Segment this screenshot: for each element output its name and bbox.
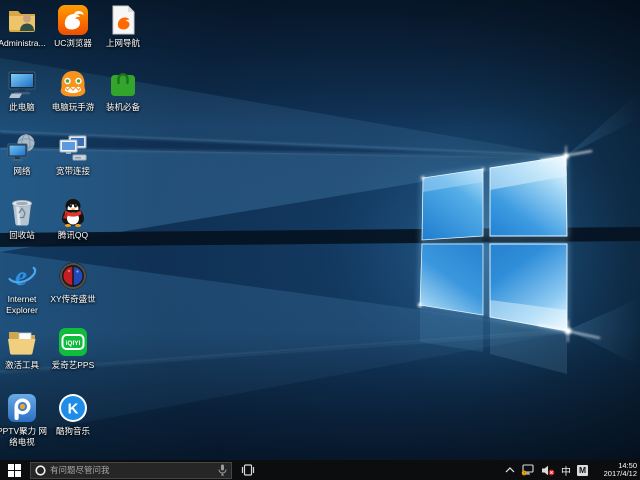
- this-pc-icon: [6, 68, 38, 100]
- windows-10-desktop-screen: Administra... 此电脑: [0, 0, 640, 480]
- recycle-bin-icon: [6, 196, 38, 228]
- xy-legend-game-icon: [57, 260, 89, 292]
- desktop-icon-administrator[interactable]: Administra...: [0, 4, 48, 49]
- desktop-icon-broadband[interactable]: 宽带连接: [47, 132, 99, 177]
- network-status-icon[interactable]: [521, 464, 535, 476]
- icon-label: XY传奇盛世: [47, 294, 99, 305]
- desktop-icon-kugou[interactable]: K 酷狗音乐: [47, 392, 99, 437]
- icon-label: 电脑玩手游: [47, 102, 99, 113]
- uc-browser-icon: [57, 4, 89, 36]
- monster-game-icon: [57, 68, 89, 100]
- icon-label: Internet Explorer: [0, 294, 48, 315]
- tray-chevron-up-icon[interactable]: [505, 467, 515, 473]
- icon-label: 爱奇艺PPS: [47, 360, 99, 371]
- icon-label: 装机必备: [97, 102, 149, 113]
- desktop-icon-qq[interactable]: 腾讯QQ: [47, 196, 99, 241]
- ime-mode-indicator[interactable]: 中: [561, 463, 571, 478]
- desktop-icon-activation-tools[interactable]: e 激活工具: [0, 326, 48, 371]
- desktop-icon-pptv[interactable]: PPTV聚力 网络电视: [0, 392, 48, 447]
- tray-date: 2017/4/12: [604, 470, 637, 479]
- search-input[interactable]: 有问题尽管问我: [30, 462, 232, 479]
- svg-text:K: K: [68, 401, 79, 418]
- icon-label: UC浏览器: [47, 38, 99, 49]
- icon-label: 网络: [0, 166, 48, 177]
- icon-label: 上网导航: [97, 38, 149, 49]
- web-navigation-document-icon: [107, 4, 139, 36]
- desktop-icon-pc-mobile-games[interactable]: 电脑玩手游: [47, 68, 99, 113]
- icon-label: PPTV聚力 网络电视: [0, 426, 48, 447]
- svg-text:iQIYI: iQIYI: [66, 340, 81, 347]
- system-tray: 中 M 14:50 2017/4/12: [505, 462, 640, 479]
- desktop-icon-uc-browser[interactable]: UC浏览器: [47, 4, 99, 49]
- desktop-icon-web-navigation[interactable]: 上网导航: [97, 4, 149, 49]
- qq-penguin-icon: [57, 196, 89, 228]
- icon-label: Administra...: [0, 38, 48, 49]
- desktop-icon-iqiyi[interactable]: iQIYI 爱奇艺PPS: [47, 326, 99, 371]
- icon-label: 宽带连接: [47, 166, 99, 177]
- administrator-folder-icon: [6, 4, 38, 36]
- icon-label: 腾讯QQ: [47, 230, 99, 241]
- desktop-icon-this-pc[interactable]: 此电脑: [0, 68, 48, 113]
- broadband-connection-icon: [57, 132, 89, 164]
- desktop-icon-xy-legend[interactable]: XY传奇盛世: [47, 260, 99, 305]
- desktop-icon-recycle-bin[interactable]: 回收站: [0, 196, 48, 241]
- desktop-icon-essential-software[interactable]: 装机必备: [97, 68, 149, 113]
- svg-text:e: e: [15, 261, 27, 291]
- start-button[interactable]: [0, 460, 28, 480]
- cortana-icon: [35, 465, 46, 476]
- ime-language-icon[interactable]: M: [577, 465, 588, 476]
- icon-label: 激活工具: [0, 360, 48, 371]
- task-view-button[interactable]: [241, 460, 255, 480]
- desktop[interactable]: Administra... 此电脑: [0, 0, 640, 460]
- taskbar: 有问题尽管问我: [0, 460, 640, 480]
- desktop-icon-network[interactable]: 网络: [0, 132, 48, 177]
- kugou-music-icon: K: [57, 392, 89, 424]
- volume-muted-icon[interactable]: [541, 465, 555, 476]
- search-placeholder: 有问题尽管问我: [50, 464, 218, 476]
- pptv-icon: [6, 392, 38, 424]
- windows-logo-icon: [8, 464, 21, 477]
- clock[interactable]: 14:50 2017/4/12: [597, 462, 637, 479]
- desktop-icon-grid: Administra... 此电脑: [0, 0, 640, 460]
- ime-letter: M: [579, 465, 586, 475]
- microphone-icon[interactable]: [218, 464, 227, 476]
- desktop-icon-internet-explorer[interactable]: e Internet Explorer: [0, 260, 48, 315]
- icon-label: 回收站: [0, 230, 48, 241]
- icon-label: 此电脑: [0, 102, 48, 113]
- iqiyi-pps-icon: iQIYI: [57, 326, 89, 358]
- internet-explorer-icon: e: [6, 260, 38, 292]
- task-view-icon: [241, 464, 255, 476]
- activation-tools-folder-icon: e: [6, 326, 38, 358]
- shopping-bag-icon: [107, 68, 139, 100]
- network-globe-icon: [6, 132, 38, 164]
- icon-label: 酷狗音乐: [47, 426, 99, 437]
